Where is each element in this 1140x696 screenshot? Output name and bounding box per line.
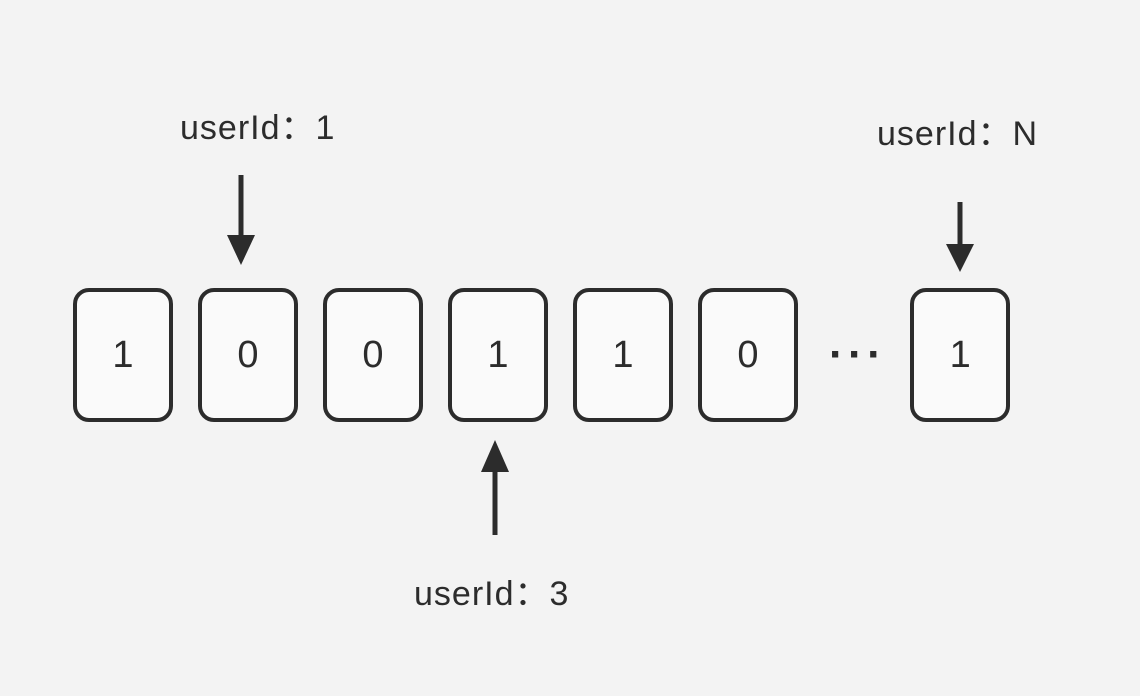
bit-cell: 0 — [698, 288, 798, 422]
bit-cell: 0 — [198, 288, 298, 422]
last-group: ··· 1 — [823, 288, 1010, 422]
arrow-down-icon — [221, 175, 261, 265]
bit-cell: 0 — [323, 288, 423, 422]
arrow-down-icon — [940, 202, 980, 272]
bit-cell: 1 — [573, 288, 673, 422]
ellipsis-icon: ··· — [823, 330, 892, 380]
bit-cell: 1 — [910, 288, 1010, 422]
arrow-up-icon — [475, 440, 515, 535]
bit-cell: 1 — [73, 288, 173, 422]
label-userid-3: userId：3 — [414, 566, 569, 615]
bitmap-diagram: userId：1 userId：N userId：3 1 0 0 1 1 0 ·… — [0, 0, 1140, 696]
bit-array: 1 0 0 1 1 0 ··· 1 — [73, 288, 1010, 422]
label-userid-n: userId：N — [877, 106, 1038, 155]
label-userid-1: userId：1 — [180, 100, 335, 149]
bit-cell: 1 — [448, 288, 548, 422]
